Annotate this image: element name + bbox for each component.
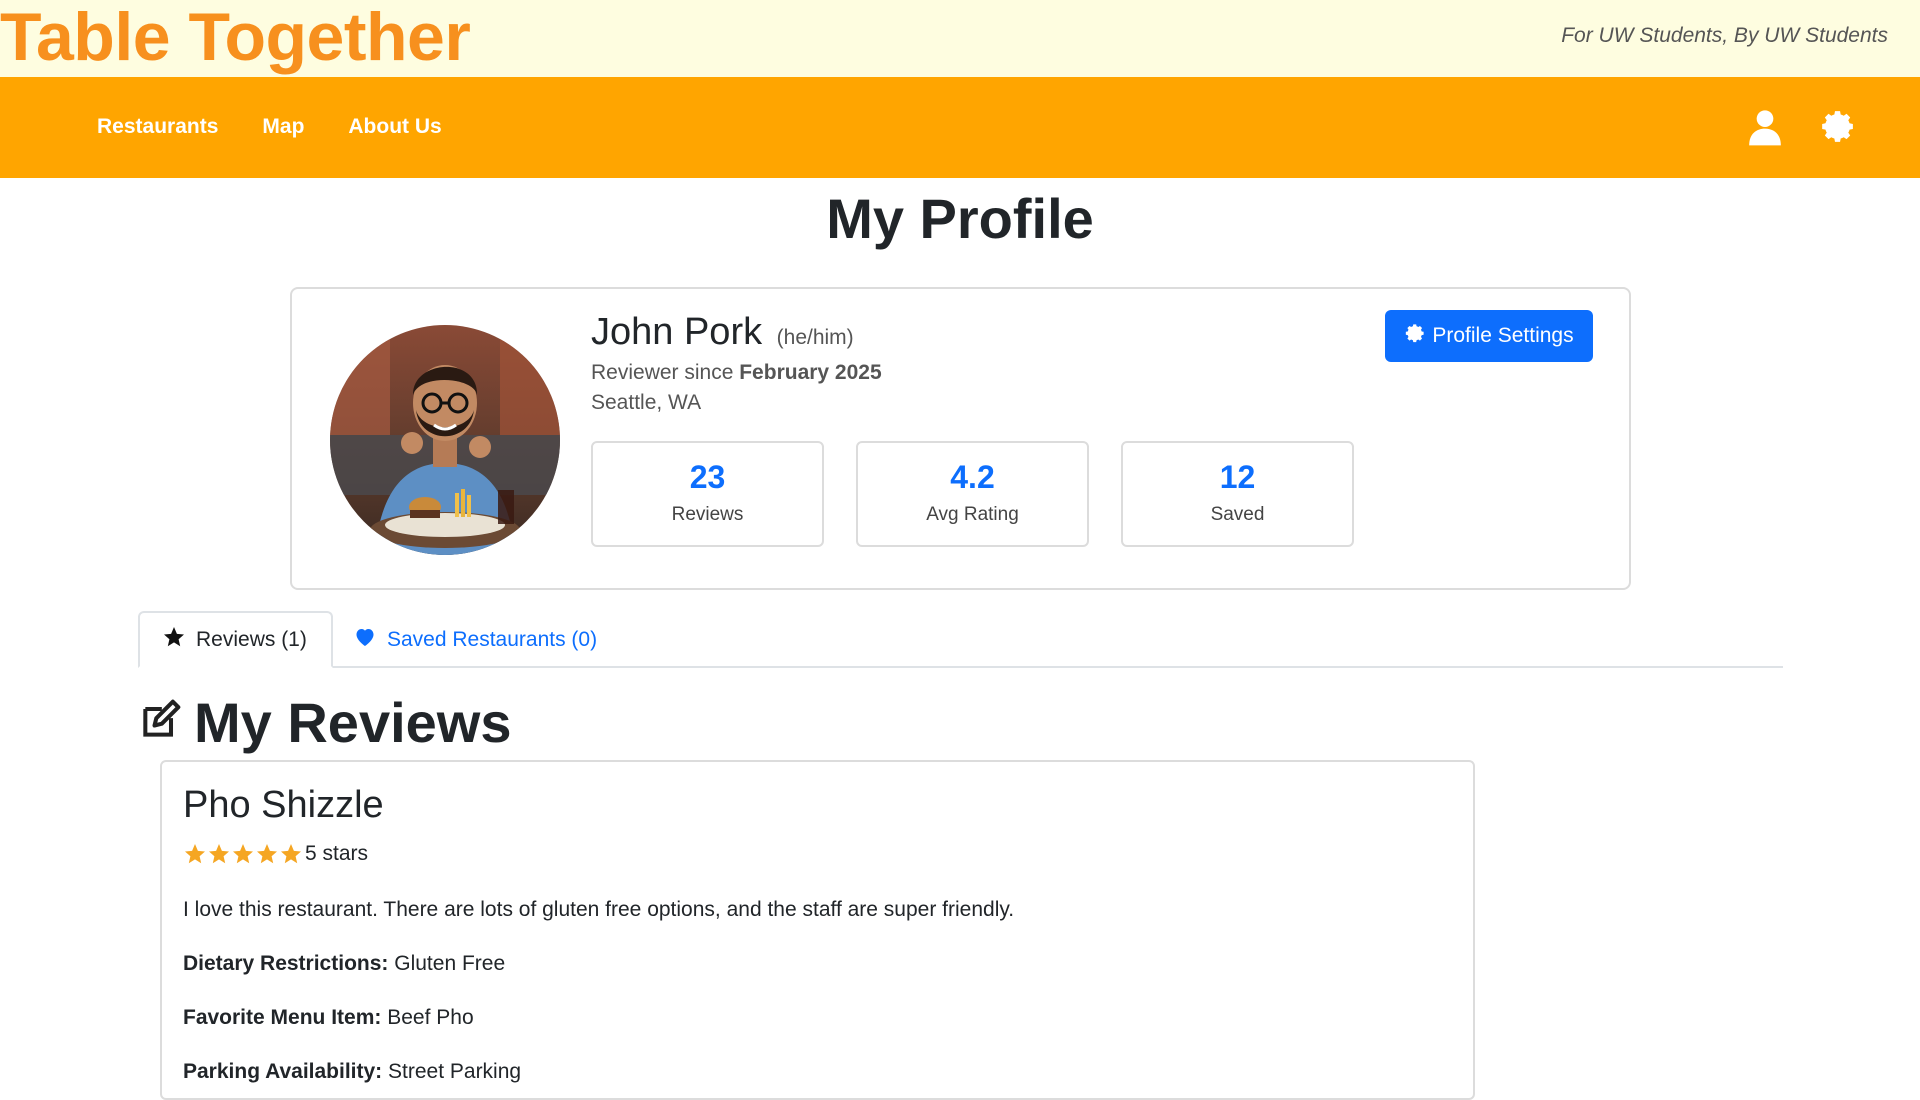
brand-title[interactable]: Table Together <box>0 0 471 74</box>
profile-settings-label: Profile Settings <box>1432 324 1574 347</box>
rating-text: 5 stars <box>305 842 369 865</box>
main-navbar: Restaurants Map About Us <box>0 77 1920 178</box>
nav-link-about-us[interactable]: About Us <box>348 115 441 139</box>
avatar <box>330 325 560 555</box>
stat-label: Saved <box>1210 504 1265 525</box>
stat-value: 4.2 <box>950 459 995 495</box>
stat-reviews: 23 Reviews <box>591 441 824 547</box>
field-label: Favorite Menu Item: <box>183 1006 382 1029</box>
stat-label: Reviews <box>671 504 744 525</box>
brand-tagline: For UW Students, By UW Students <box>1561 24 1888 47</box>
heart-icon <box>353 625 377 655</box>
stat-saved: 12 Saved <box>1121 441 1354 547</box>
tab-saved-restaurants-label: Saved Restaurants (0) <box>387 627 598 651</box>
my-reviews-title: My Reviews <box>194 691 512 754</box>
reviewer-since: Reviewer since February 2025 <box>591 361 882 385</box>
star-icon <box>162 625 186 655</box>
stat-value: 12 <box>1219 459 1256 495</box>
review-restaurant-name: Pho Shizzle <box>183 784 384 826</box>
field-value: Beef Pho <box>387 1006 474 1029</box>
reviewer-since-date: February 2025 <box>739 361 882 384</box>
star-icon <box>257 844 277 864</box>
profile-card: John Pork (he/him) Reviewer since Februa… <box>290 287 1631 590</box>
my-reviews-heading: My Reviews <box>138 690 512 755</box>
nav-links: Restaurants Map About Us <box>97 115 442 139</box>
field-value: Gluten Free <box>394 952 506 975</box>
review-field-dietary: Dietary Restrictions: Gluten Free <box>183 952 505 976</box>
field-label: Dietary Restrictions: <box>183 952 389 975</box>
nav-link-restaurants[interactable]: Restaurants <box>97 115 218 139</box>
gear-icon[interactable] <box>1819 107 1859 147</box>
star-icon <box>185 844 205 864</box>
field-label: Parking Availability: <box>183 1060 383 1083</box>
profile-settings-button[interactable]: Profile Settings <box>1385 310 1593 362</box>
tab-reviews[interactable]: Reviews (1) <box>138 611 333 668</box>
review-field-parking: Parking Availability: Street Parking <box>183 1060 521 1084</box>
review-body: I love this restaurant. There are lots o… <box>183 898 1015 921</box>
user-icon[interactable] <box>1745 107 1785 147</box>
review-rating: 5 stars <box>183 842 368 866</box>
profile-pronouns: (he/him) <box>776 326 854 349</box>
profile-tabs: Reviews (1) Saved Restaurants (0) <box>138 611 1783 668</box>
brand-bar: Table Together For UW Students, By UW St… <box>0 0 1920 77</box>
profile-location: Seattle, WA <box>591 391 702 414</box>
profile-name-text: John Pork <box>591 311 763 353</box>
profile-name: John Pork (he/him) <box>591 311 854 354</box>
stat-value: 23 <box>689 459 726 495</box>
review-card: Pho Shizzle 5 stars I love this restaura… <box>160 760 1475 1100</box>
reviewer-since-label: Reviewer since <box>591 361 734 384</box>
field-value: Street Parking <box>388 1060 522 1083</box>
tab-reviews-label: Reviews (1) <box>196 627 307 651</box>
tab-saved-restaurants[interactable]: Saved Restaurants (0) <box>353 611 597 668</box>
nav-link-map[interactable]: Map <box>262 115 304 139</box>
star-icon <box>209 844 229 864</box>
star-icon <box>281 844 301 864</box>
page-title: My Profile <box>826 187 1094 250</box>
stat-avg-rating: 4.2 Avg Rating <box>856 441 1089 547</box>
stat-label: Avg Rating <box>926 504 1019 525</box>
star-icon <box>233 844 253 864</box>
review-field-favorite-item: Favorite Menu Item: Beef Pho <box>183 1006 474 1030</box>
gear-icon <box>1404 322 1426 350</box>
edit-icon <box>138 698 182 747</box>
